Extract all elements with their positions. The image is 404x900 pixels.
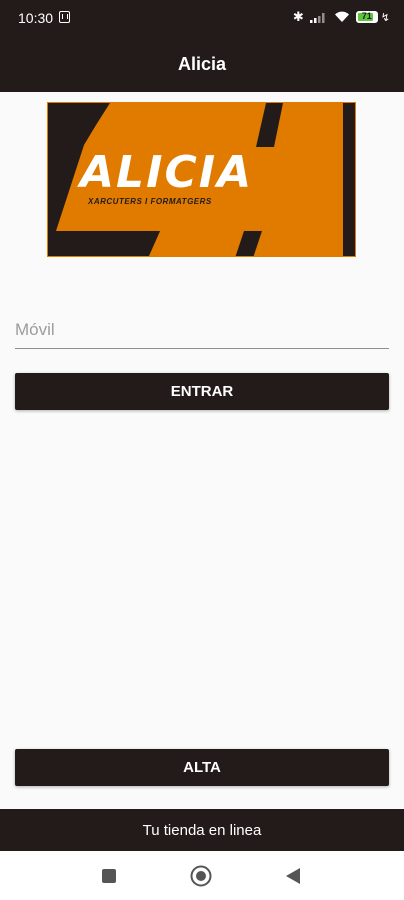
- signup-button-label: ALTA: [183, 759, 221, 776]
- status-time: 10:30: [18, 10, 54, 26]
- footer-text: Tu tienda en linea: [142, 821, 262, 839]
- logo-tagline: XARCUTERS I FORMATGERS: [88, 197, 212, 206]
- battery-icon: 71: [355, 11, 378, 23]
- logo-wordmark: ALICIA: [80, 147, 254, 198]
- signup-button[interactable]: ALTA: [15, 749, 389, 786]
- back-button[interactable]: [273, 851, 313, 900]
- login-button[interactable]: ENTRAR: [15, 373, 389, 410]
- app-title: Alicia: [177, 53, 227, 74]
- signal-icon: [309, 11, 328, 23]
- charging-icon: ↯: [380, 11, 390, 24]
- phone-input[interactable]: [15, 312, 389, 349]
- recents-button[interactable]: [89, 851, 129, 900]
- status-bar: 10:30 ✱ 71 ↯: [0, 0, 404, 36]
- home-icon: [190, 865, 212, 886]
- recents-icon: [102, 868, 116, 883]
- brand-logo: ALICIA XARCUTERS I FORMATGERS: [47, 102, 356, 257]
- back-icon: [286, 867, 300, 884]
- home-button[interactable]: [181, 851, 221, 900]
- notification-icon: [59, 11, 70, 23]
- bluetooth-icon: ✱: [292, 9, 304, 24]
- status-icons: ✱ 71 ↯: [293, 10, 390, 24]
- app-bar: Alicia: [0, 36, 404, 92]
- system-nav-bar: [0, 851, 404, 900]
- wifi-icon: [334, 11, 350, 23]
- footer-bar: Tu tienda en linea: [0, 809, 404, 851]
- login-button-label: ENTRAR: [170, 383, 234, 400]
- battery-level: 71: [361, 11, 372, 21]
